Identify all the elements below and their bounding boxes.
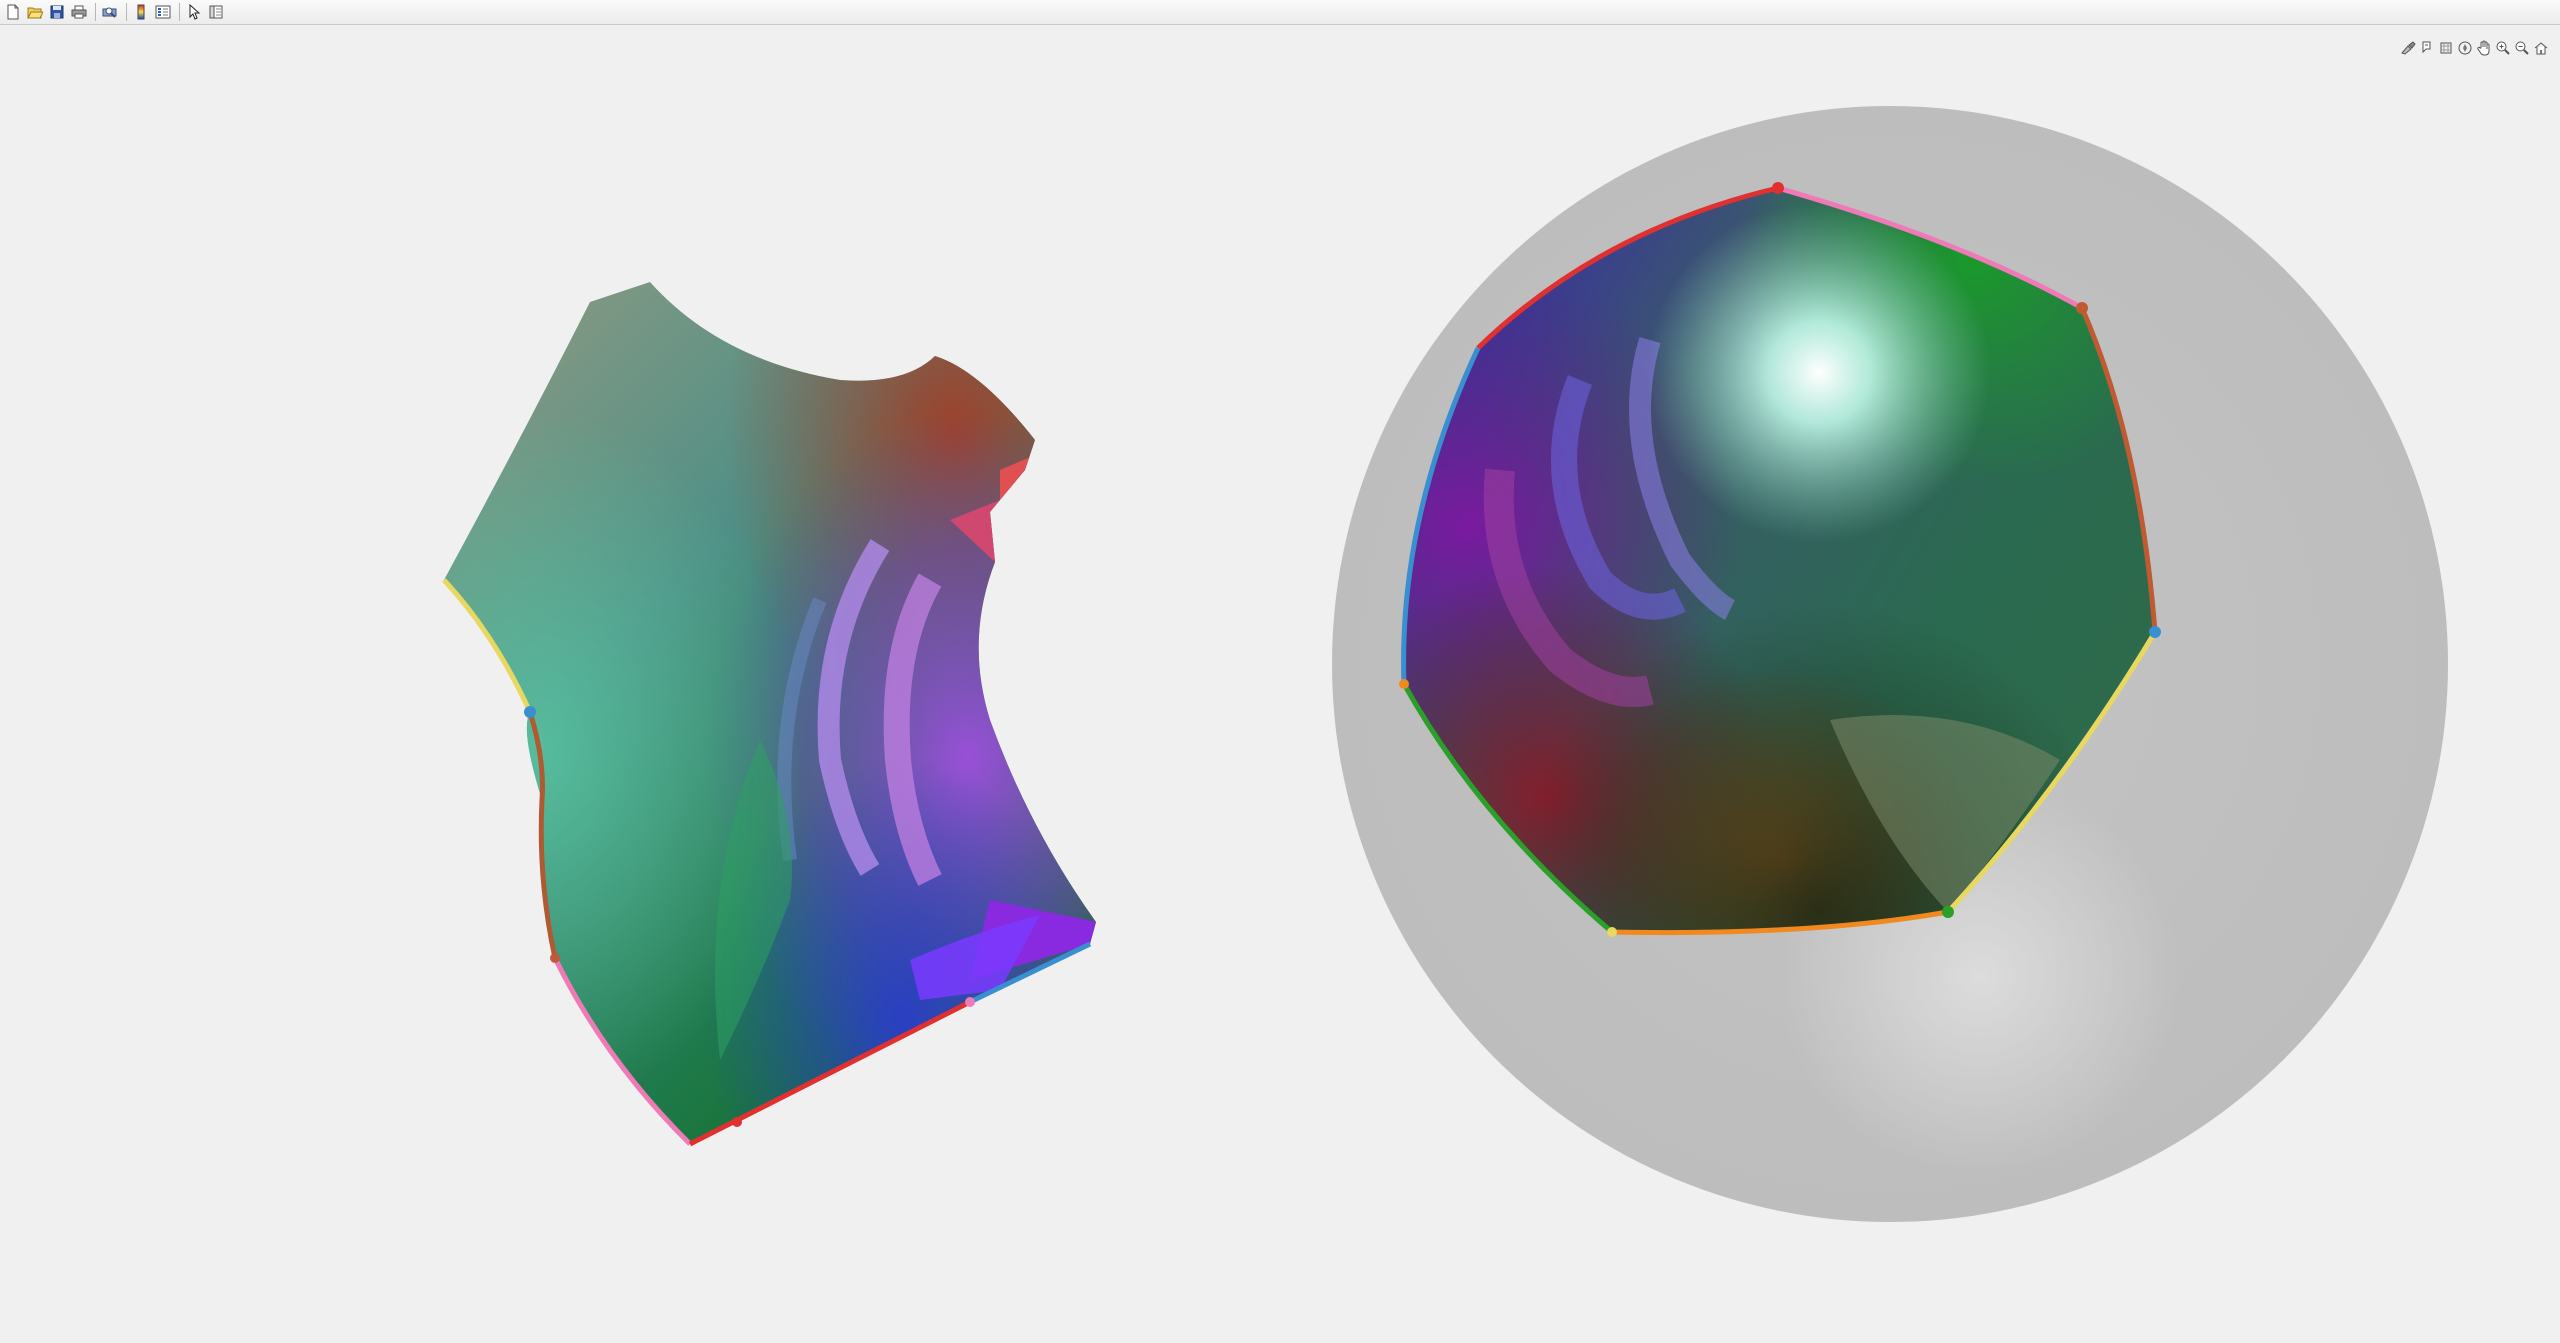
new-figure-icon[interactable] bbox=[3, 2, 23, 22]
property-editor-icon[interactable] bbox=[206, 2, 226, 22]
legend-icon[interactable] bbox=[153, 2, 173, 22]
open-file-icon[interactable] bbox=[25, 2, 45, 22]
toolbar-separator bbox=[95, 3, 96, 21]
colorbar-icon[interactable] bbox=[131, 2, 151, 22]
print-icon[interactable] bbox=[69, 2, 89, 22]
print-preview-icon[interactable] bbox=[100, 2, 120, 22]
left-patch[interactable] bbox=[440, 280, 1100, 1150]
plot-canvas[interactable] bbox=[0, 26, 2560, 1343]
save-icon[interactable] bbox=[47, 2, 67, 22]
select-pointer-icon[interactable] bbox=[184, 2, 204, 22]
toolbar-separator bbox=[179, 3, 180, 21]
figure-window bbox=[0, 0, 2560, 1343]
toolbar-separator bbox=[126, 3, 127, 21]
figure-toolbar bbox=[0, 0, 2560, 25]
